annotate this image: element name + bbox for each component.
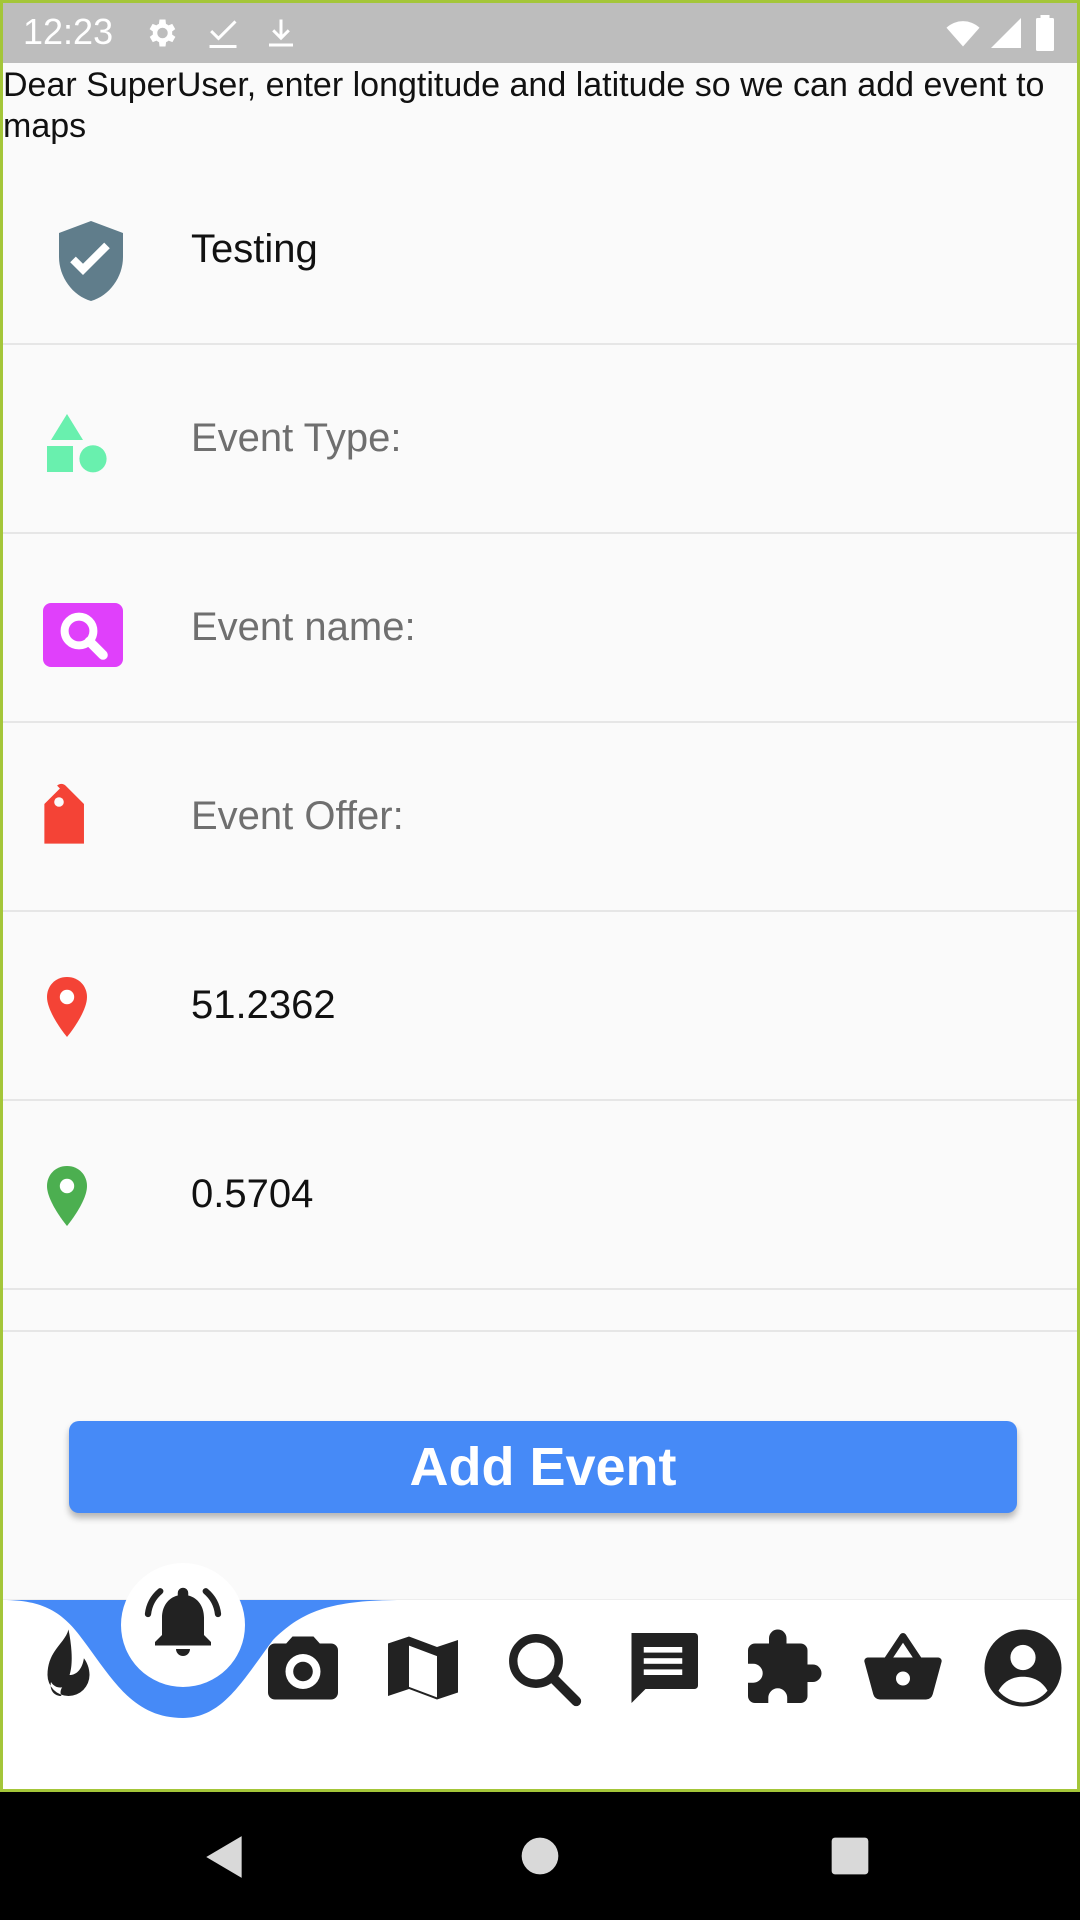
settings-icon <box>149 19 176 47</box>
divider <box>3 1330 1077 1332</box>
bottom-navigation <box>3 1563 1077 1789</box>
status-bar: 12:23 <box>3 3 1077 63</box>
tag-icon <box>44 783 84 844</box>
selected-nav-button[interactable] <box>121 1563 245 1687</box>
row-event-name[interactable]: Event name: <box>3 533 1077 723</box>
download-icon <box>269 19 293 47</box>
battery-icon <box>1036 15 1054 51</box>
row-event-type[interactable]: Event Type: <box>3 344 1077 534</box>
map-pin-icon <box>47 977 87 1037</box>
status-time: 12:23 <box>23 11 114 52</box>
system-navigation-bar <box>0 1792 1080 1920</box>
map-pin-icon <box>47 1166 87 1226</box>
recents-icon[interactable] <box>830 1836 870 1876</box>
app-screen: 12:23 Dear SuperUser, enter longtitude a… <box>0 0 1080 1792</box>
row-event-offer[interactable]: Event Offer: <box>3 722 1077 912</box>
event-title-value: Testing <box>191 227 318 271</box>
check-icon <box>209 20 237 48</box>
basket-icon[interactable] <box>861 1626 945 1710</box>
flame-icon[interactable] <box>23 1626 107 1710</box>
event-offer-input[interactable]: Event Offer: <box>191 794 404 839</box>
wifi-icon <box>946 21 980 47</box>
shapes-icon <box>47 414 107 473</box>
row-latitude[interactable]: 0.5704 <box>3 1100 1077 1290</box>
longitude-value[interactable]: 51.2362 <box>191 983 336 1028</box>
event-name-input[interactable]: Event name: <box>191 605 416 650</box>
chat-icon[interactable] <box>621 1626 705 1710</box>
shield-check-icon <box>59 221 123 301</box>
event-type-input[interactable]: Event Type: <box>191 416 402 461</box>
add-event-button[interactable]: Add Event <box>69 1421 1017 1513</box>
search-box-icon <box>43 603 123 667</box>
bell-icon <box>144 1587 222 1656</box>
back-icon[interactable] <box>200 1832 250 1882</box>
search-icon[interactable] <box>501 1626 585 1710</box>
map-icon[interactable] <box>381 1626 465 1710</box>
intro-instructions: Dear SuperUser, enter longtitude and lat… <box>3 66 1045 145</box>
signal-icon <box>991 18 1021 48</box>
latitude-value[interactable]: 0.5704 <box>191 1172 313 1217</box>
row-longitude[interactable]: 51.2362 <box>3 911 1077 1101</box>
puzzle-icon[interactable] <box>741 1626 825 1710</box>
home-icon[interactable] <box>520 1836 560 1876</box>
row-testing[interactable]: Testing <box>3 155 1077 345</box>
account-icon[interactable] <box>981 1626 1065 1710</box>
camera-icon[interactable] <box>261 1626 345 1710</box>
